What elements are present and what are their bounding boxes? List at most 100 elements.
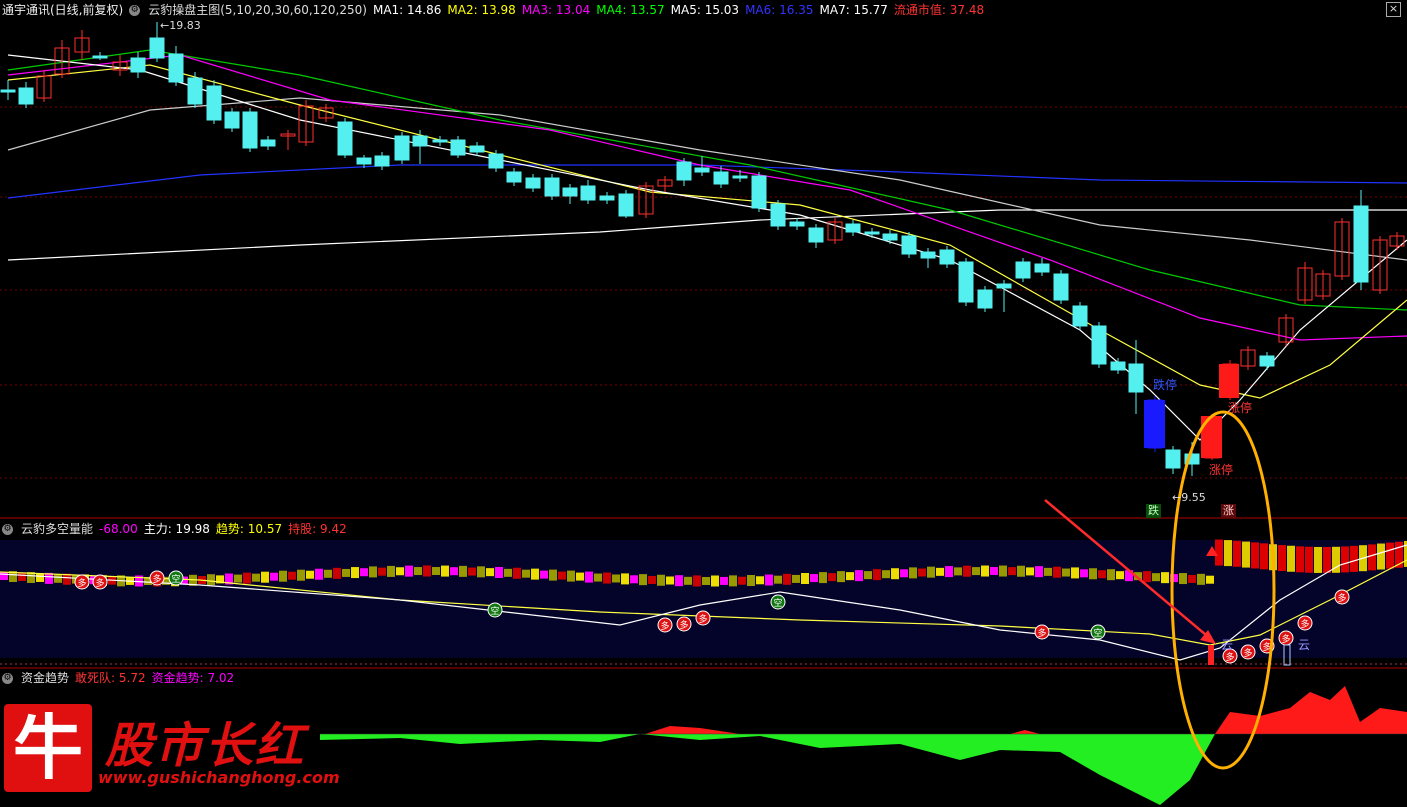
main-grid [0,106,1407,479]
volume-bar [234,574,242,583]
indicator-name[interactable]: 云豹操盘主图(5,10,20,30,60,120,250) [148,1,367,19]
gear-icon[interactable]: ⚙ [129,4,141,16]
sub1-header: ⚙ 云豹多空量能 -68.00 主力: 19.98 趋势: 10.57 持股: … [0,520,347,538]
sub2-name[interactable]: 资金趋势 [21,669,69,687]
volume-bar [729,575,737,587]
candle [789,218,805,230]
candle [864,228,880,238]
candle [280,130,296,150]
volume-bar [855,570,863,582]
duo-char: 多 [698,613,707,625]
volume-bar [819,572,827,584]
sub1-name[interactable]: 云豹多空量能 [21,520,93,538]
volume-bar [1143,571,1151,583]
duo-signal: 多 [1297,615,1313,631]
limit-up-label-2: 涨停 [1228,401,1253,415]
volume-bar [1386,542,1394,569]
candle [1072,302,1088,330]
volume-bar [567,570,575,582]
candle [187,72,203,108]
high-price-label: ←19.83 [160,19,201,32]
volume-bar [1107,569,1115,581]
volume-bar [549,569,557,581]
limit-down-candle [1144,400,1165,448]
candle [638,182,654,218]
volume-bar [1197,573,1205,585]
low-price-label: ←9.55 [1172,491,1206,504]
duo-signal: 多 [149,570,165,586]
volume-bar [873,569,881,581]
volume-bar [495,566,503,578]
volume-bar [738,576,746,585]
volume-bar [900,569,908,578]
close-icon[interactable]: × [1386,2,1401,17]
candle [770,200,786,230]
volume-bar [702,576,710,585]
gear-icon[interactable]: ⚙ [2,672,13,684]
kong-char: 空 [1093,627,1102,639]
candle [544,174,560,200]
candle [112,55,128,76]
stock-title[interactable]: 通宇通讯(日线,前复权) [2,1,123,19]
candle [808,224,824,248]
volume-bar [1260,543,1268,570]
candle [1015,258,1031,282]
candle [732,170,748,182]
volume-bar [612,574,620,583]
gear-icon[interactable]: ⚙ [2,523,13,535]
positive-area [645,686,1407,734]
volume-bar [1053,566,1061,578]
candle [260,136,276,150]
sub1-v3: 持股: 9.42 [288,522,347,536]
limit-down-label: 跌停 [1153,378,1178,392]
volume-bar [252,573,260,582]
volume-bar [981,565,989,577]
candle [394,132,410,164]
volume-bar [342,568,350,577]
main-header: 通宇通讯(日线,前复权) ⚙ 云豹操盘主图(5,10,20,30,60,120,… [0,1,984,19]
candle [54,40,70,78]
volume-bar [513,567,521,579]
candle [599,192,615,204]
candle [882,230,898,244]
candle [432,136,448,146]
candle [562,184,578,204]
duo-char: 多 [1337,592,1346,604]
candle [1372,236,1388,294]
candle [525,174,541,192]
volume-bar [396,567,404,576]
duo-signal: 多 [1278,630,1294,646]
volume-bar [936,567,944,576]
candle [1165,446,1181,474]
volume-bar [333,567,341,579]
volume-bar [621,573,629,585]
volume-bar [1035,566,1043,578]
volume-bar [270,572,278,581]
volume-bar [945,566,953,578]
candle [337,118,353,158]
limit-up-candle-2 [1219,364,1239,398]
volume-bar [1026,567,1034,576]
duo-signal: 多 [695,610,711,626]
candle [374,152,390,170]
kong-char: 空 [773,597,782,609]
sub1-v1: 主力: 19.98 [143,522,210,536]
volume-bar [630,575,638,584]
candle [130,52,146,78]
volume-bar [450,567,458,576]
volume-bar [1251,542,1259,569]
volume-bar [765,574,773,586]
signal-bar [1208,645,1214,665]
duo-signal: 多 [657,617,673,633]
volume-bar [531,568,539,580]
volume-bar [288,571,296,580]
duo-char: 多 [660,620,669,632]
volume-bar [576,572,584,581]
up-marker: 涨 [1221,504,1236,518]
kong-signal: 空 [168,570,184,586]
yun-label-1: 云 [1221,638,1234,652]
duo-char: 多 [1243,647,1252,659]
candle [1128,340,1144,414]
ma1-value: MA1: 14.86 [372,3,442,17]
volume-bar [657,574,665,586]
